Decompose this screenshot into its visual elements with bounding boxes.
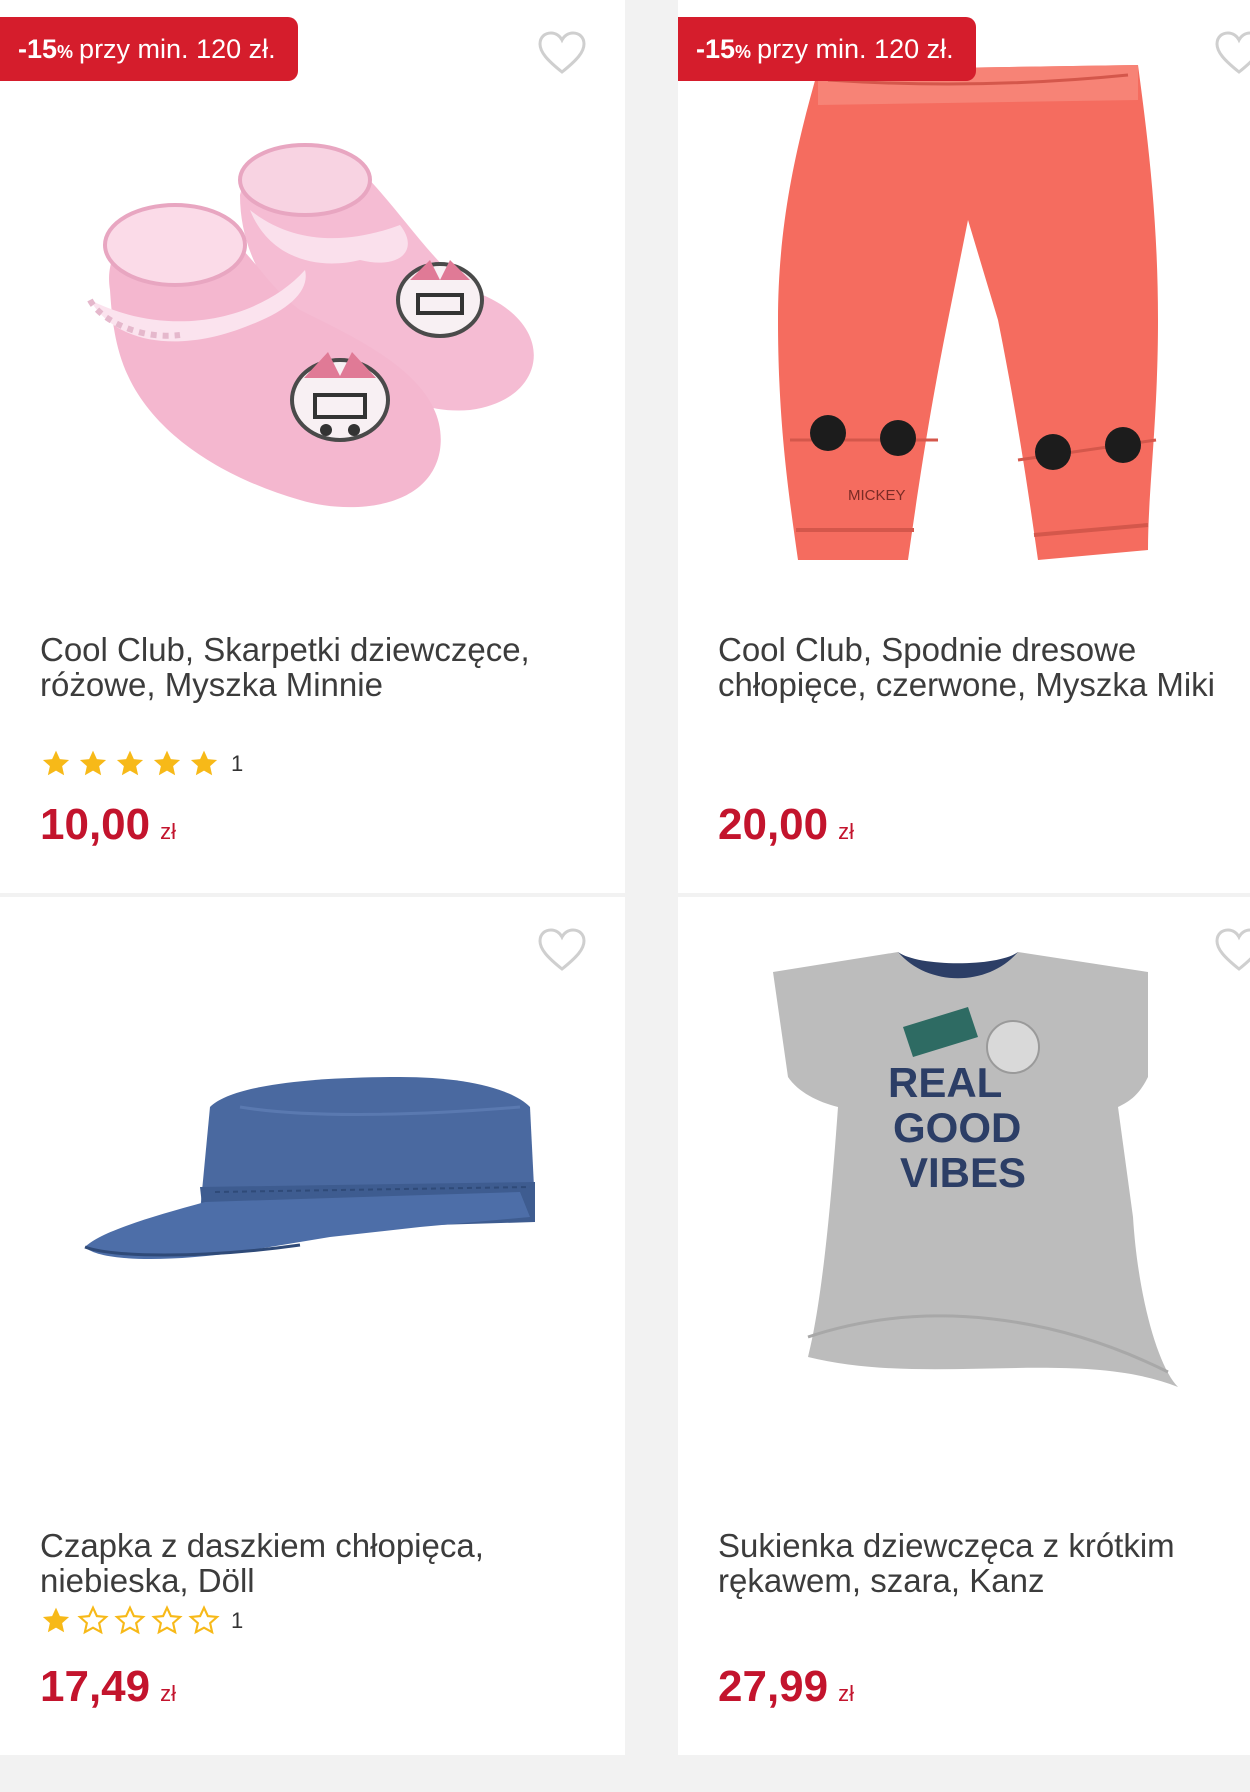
product-image[interactable]: MICKEY bbox=[678, 20, 1250, 590]
star-empty-icon bbox=[151, 1605, 183, 1635]
price: 27,99 zł bbox=[718, 1662, 854, 1712]
svg-text:VIBES: VIBES bbox=[900, 1149, 1026, 1196]
price-currency: zł bbox=[160, 1681, 176, 1706]
discount-badge: -15% przy min. 120 zł. bbox=[678, 17, 976, 81]
price-amount: 10,00 bbox=[40, 800, 151, 849]
star-filled-icon bbox=[116, 750, 144, 776]
rating-count: 1 bbox=[231, 1608, 244, 1633]
product-card[interactable]: Czapka z daszkiem chłopięca, niebieska, … bbox=[0, 897, 625, 1755]
price-currency: zł bbox=[838, 1681, 854, 1706]
rating: 1 bbox=[40, 1605, 243, 1637]
rating: 1 bbox=[40, 748, 243, 780]
product-image[interactable] bbox=[0, 20, 625, 590]
product-title[interactable]: Cool Club, Skarpetki dziewczęce, różowe,… bbox=[40, 632, 615, 702]
product-grid: -15% przy min. 120 zł. Cool Club, Skarpe… bbox=[0, 0, 1250, 1792]
star-filled-icon bbox=[79, 750, 107, 776]
rating-count: 1 bbox=[231, 751, 244, 776]
star-filled-icon bbox=[42, 1607, 70, 1633]
star-filled-icon bbox=[153, 750, 181, 776]
price: 10,00 zł bbox=[40, 800, 176, 850]
product-title[interactable]: Cool Club, Spodnie dresowe chłopięce, cz… bbox=[718, 632, 1250, 702]
price-amount: 20,00 bbox=[718, 800, 829, 849]
discount-value: -15 bbox=[696, 34, 736, 64]
discount-percent-sign: % bbox=[735, 42, 752, 62]
discount-condition: przy min. 120 zł. bbox=[757, 34, 954, 64]
mickey-print: MICKEY bbox=[848, 487, 906, 504]
star-filled-icon bbox=[190, 750, 218, 776]
price: 17,49 zł bbox=[40, 1662, 176, 1712]
price-amount: 27,99 bbox=[718, 1662, 829, 1711]
heart-icon[interactable] bbox=[1214, 30, 1250, 76]
product-title[interactable]: Czapka z daszkiem chłopięca, niebieska, … bbox=[40, 1528, 615, 1598]
star-filled-icon bbox=[42, 750, 70, 776]
red-sweatpants-image: MICKEY bbox=[778, 65, 1158, 560]
price-currency: zł bbox=[838, 819, 854, 844]
product-image[interactable]: REAL GOOD VIBES bbox=[678, 917, 1250, 1437]
star-empty-icon bbox=[77, 1605, 109, 1635]
price: 20,00 zł bbox=[718, 800, 854, 850]
price-amount: 17,49 bbox=[40, 1662, 151, 1711]
pink-baby-socks-image bbox=[87, 143, 534, 508]
grey-dress-image: REAL GOOD VIBES bbox=[773, 952, 1178, 1387]
svg-text:GOOD: GOOD bbox=[893, 1104, 1021, 1151]
product-image[interactable] bbox=[0, 917, 625, 1437]
product-title[interactable]: Sukienka dziewczęca z krótkim rękawem, s… bbox=[718, 1528, 1250, 1598]
svg-text:REAL: REAL bbox=[888, 1059, 1002, 1106]
star-empty-icon bbox=[114, 1605, 146, 1635]
blue-cap-image bbox=[84, 1077, 535, 1259]
product-card[interactable]: -15% przy min. 120 zł. Cool Club, Skarpe… bbox=[0, 0, 625, 893]
product-card[interactable]: MICKEY -15% przy min. 120 zł. Cool Club, … bbox=[678, 0, 1250, 893]
star-empty-icon bbox=[188, 1605, 220, 1635]
product-card[interactable]: REAL GOOD VIBES Sukienka dziewczęca z kr… bbox=[678, 897, 1250, 1755]
price-currency: zł bbox=[160, 819, 176, 844]
